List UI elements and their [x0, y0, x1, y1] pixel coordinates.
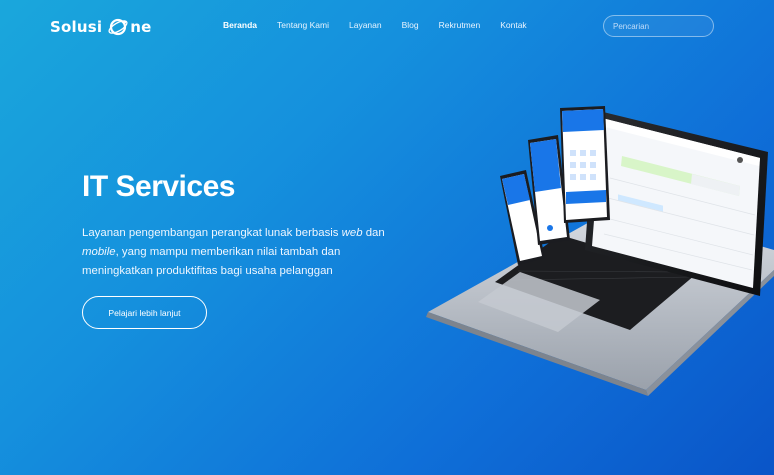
header: Solusi ne Beranda Tentang Kami Layanan B…: [0, 0, 774, 54]
learn-more-button[interactable]: Pelajari lebih lanjut: [82, 296, 207, 329]
hero-desc-mobile: mobile: [82, 246, 116, 258]
hero-desc-web: web: [341, 227, 363, 239]
hero-desc-part2: dan: [362, 227, 385, 239]
logo-text-suffix: ne: [130, 18, 152, 36]
main-nav: Beranda Tentang Kami Layanan Blog Rekrut…: [223, 20, 547, 30]
search-input[interactable]: [603, 15, 714, 37]
hero-description: Layanan pengembangan perangkat lunak ber…: [82, 224, 412, 281]
logo[interactable]: Solusi ne: [50, 16, 151, 38]
nav-item-rekrutmen[interactable]: Rekrutmen: [439, 20, 481, 30]
phone-front: [560, 106, 610, 223]
laptop-phones-illustration: [426, 106, 774, 396]
nav-item-tentang-kami[interactable]: Tentang Kami: [277, 20, 329, 30]
hero-desc-part3: , yang mampu memberikan nilai tambah dan…: [82, 246, 341, 277]
nav-item-layanan[interactable]: Layanan: [349, 20, 382, 30]
nav-item-beranda[interactable]: Beranda: [223, 20, 257, 30]
nav-item-blog[interactable]: Blog: [402, 20, 419, 30]
hero-title: IT Services: [82, 170, 235, 203]
logo-text-prefix: Solusi: [50, 18, 103, 36]
hero-desc-part1: Layanan pengembangan perangkat lunak ber…: [82, 227, 342, 239]
nav-item-kontak[interactable]: Kontak: [500, 20, 526, 30]
logo-orbit-icon: [108, 18, 128, 36]
